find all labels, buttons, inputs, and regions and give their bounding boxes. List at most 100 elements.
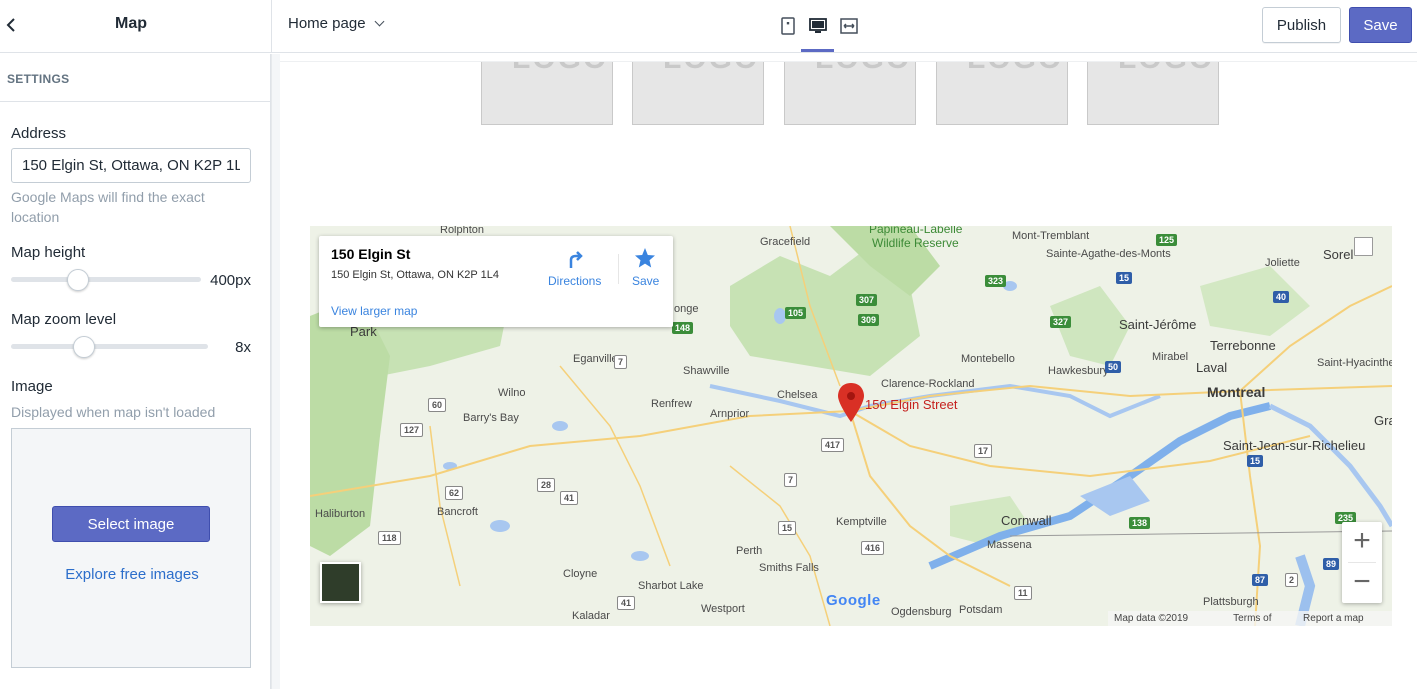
place-label: Sharbot Lake [638, 580, 704, 592]
place-label: Sorel [1323, 247, 1354, 262]
route-shield: 309 [858, 314, 880, 326]
save-button[interactable]: Save [1349, 7, 1412, 43]
address-input[interactable] [11, 148, 251, 183]
select-image-button[interactable]: Select image [52, 506, 210, 542]
place-label: Bancroft [437, 506, 478, 518]
map-zoom-value: 8x [235, 339, 251, 356]
place-label: Wildlife Reserve [872, 236, 959, 250]
logo-placeholder: LOGO [632, 62, 764, 125]
logo-text: LOGO [512, 62, 608, 76]
place-label: Wilno [498, 387, 526, 399]
publish-button[interactable]: Publish [1262, 7, 1341, 43]
save-place-link[interactable]: Save [632, 274, 659, 288]
place-label: Clarence-Rockland [881, 378, 975, 390]
sidebar-scrollbar[interactable] [271, 54, 280, 689]
address-help-text: Google Maps will find the exact location [11, 189, 205, 225]
report-error-link[interactable]: Report a map error [1303, 611, 1386, 626]
route-shield: 17 [974, 444, 993, 458]
place-label: Haliburton [315, 508, 366, 520]
google-logo: Google [826, 592, 881, 609]
google-map[interactable]: Rolphton Papineau-Labelle Wildlife Reser… [310, 226, 1392, 626]
route-shield: 307 [856, 294, 878, 306]
settings-sidebar: SETTINGS Address Google Maps will find t… [0, 54, 271, 689]
map-zoom-label: Map zoom level [11, 311, 117, 328]
place-label: Ogdensburg [891, 606, 952, 618]
map-height-slider[interactable] [11, 277, 201, 282]
logo-text: LOGO [663, 62, 759, 76]
logo-text: LOGO [1118, 62, 1214, 76]
map-zoom-slider-thumb[interactable] [72, 336, 95, 358]
place-label: Rolphton [440, 226, 485, 236]
route-shield: 125 [1156, 234, 1178, 246]
fullwidth-icon[interactable] [839, 16, 859, 36]
theme-preview: LOGO LOGO LOGO LOGO LOGO [280, 61, 1417, 689]
google-logo-text: Google [826, 592, 881, 609]
divider [271, 0, 272, 53]
chevron-down-icon [374, 16, 385, 27]
logo-placeholder: LOGO [481, 62, 613, 125]
place-label: Eganville [573, 353, 618, 365]
map-attribution: Map data ©2019 Google Terms of Use Repor… [1108, 611, 1392, 626]
place-label: Terrebonne [1210, 338, 1276, 353]
device-selected-indicator [801, 49, 834, 52]
route-shield: 148 [672, 322, 694, 334]
star-icon[interactable] [634, 247, 656, 274]
place-label: Hawkesbury [1048, 365, 1109, 377]
place-label: Smiths Falls [759, 562, 819, 574]
route-shield: 62 [445, 486, 464, 500]
page-selector[interactable]: Home page [288, 15, 385, 32]
place-label: onge [674, 303, 699, 315]
satellite-toggle[interactable] [320, 562, 361, 603]
route-shield: 15 [778, 521, 797, 535]
directions-link[interactable]: Directions [548, 274, 601, 288]
map-zoom-slider[interactable] [11, 344, 208, 349]
route-shield: 416 [861, 541, 885, 555]
divider [618, 254, 619, 284]
route-shield: 40 [1273, 291, 1290, 303]
logo-placeholder: LOGO [784, 62, 916, 125]
place-label: Kaladar [572, 610, 610, 622]
zoom-controls: + − [1342, 522, 1382, 603]
place-label: Potsdam [959, 604, 1003, 616]
map-height-label: Map height [11, 244, 86, 261]
route-shield: 127 [400, 423, 424, 437]
place-label: Mont-Tremblant [1012, 230, 1090, 242]
place-label: Massena [987, 539, 1032, 551]
place-label: Kemptville [836, 516, 887, 528]
route-shield: 41 [617, 596, 636, 610]
page-selector-label: Home page [288, 15, 366, 32]
route-shield: 87 [1252, 574, 1269, 586]
map-height-slider-thumb[interactable] [66, 269, 89, 291]
route-shield: 60 [428, 398, 447, 412]
desktop-icon[interactable] [808, 16, 828, 36]
route-shield: 28 [537, 478, 556, 492]
route-shield: 105 [785, 307, 807, 319]
mobile-icon[interactable] [778, 16, 798, 36]
route-shield: 118 [378, 531, 401, 545]
route-shield: 50 [1105, 361, 1122, 373]
place-address: 150 Elgin St, Ottawa, ON K2P 1L4 [331, 269, 499, 281]
fullscreen-icon[interactable] [1354, 237, 1373, 256]
map-data-credit: Map data ©2019 Google [1114, 613, 1189, 624]
place-label: Perth [736, 545, 763, 557]
directions-icon[interactable] [565, 248, 587, 275]
explore-free-images-link[interactable]: Explore free images [12, 566, 252, 583]
place-label: Gra [1374, 413, 1392, 428]
place-label: Joliette [1265, 257, 1300, 269]
place-label: Shawville [683, 365, 730, 377]
logo-text: LOGO [815, 62, 911, 76]
place-label: Mirabel [1152, 351, 1189, 363]
logo-placeholder: LOGO [1087, 62, 1219, 125]
address-label: Address [11, 125, 67, 142]
zoom-in-icon[interactable]: + [1342, 522, 1382, 562]
terms-link[interactable]: Terms of Use [1233, 611, 1291, 626]
route-shield: 41 [560, 491, 579, 505]
pin-label: 150 Elgin Street [865, 397, 958, 412]
view-larger-map-link[interactable]: View larger map [331, 304, 417, 318]
zoom-out-icon[interactable]: − [1342, 563, 1382, 603]
route-shield: 7 [784, 473, 798, 487]
place-label: Cloyne [563, 568, 598, 580]
place-label: Chelsea [777, 389, 818, 401]
top-bar: Map Home page Publish Save [0, 0, 1417, 53]
route-shield: 15 [1116, 272, 1133, 284]
